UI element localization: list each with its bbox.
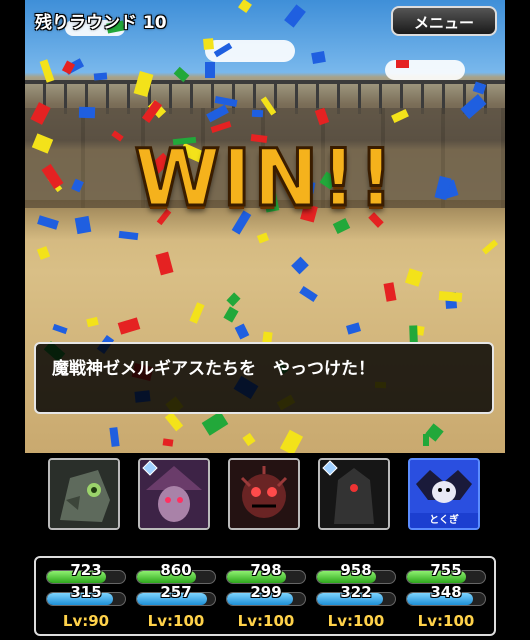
confetti-piece: [234, 323, 250, 340]
battle-scene: 残りラウンド 10 メニュー WIN!! 魔戦神ゼメルギアスたちを やっつけた！: [25, 0, 505, 453]
confetti-piece: [284, 4, 306, 28]
confetti-piece: [409, 325, 418, 343]
party-row: とくぎ: [48, 458, 484, 532]
confetti-piece: [223, 306, 239, 323]
confetti-piece: [78, 106, 96, 119]
level-label: Lv:100: [417, 612, 475, 630]
confetti-piece: [52, 323, 68, 335]
mp-value: 315: [70, 583, 102, 601]
confetti-piece: [238, 0, 252, 13]
hp-value: 860: [160, 561, 192, 579]
rank-gem-icon: [322, 460, 338, 476]
hp-value: 798: [250, 561, 282, 579]
member-stat-3: 798 299 Lv:100: [226, 560, 306, 634]
hp-value: 755: [430, 561, 462, 579]
hp-value: 723: [70, 561, 102, 579]
member-stat-2: 860 257 Lv:100: [136, 560, 216, 634]
member-stat-4: 958 322 Lv:100: [316, 560, 396, 634]
battle-message-box[interactable]: 魔戦神ゼメルギアスたちを やっつけた！: [34, 342, 494, 414]
confetti-piece: [423, 434, 429, 446]
hp-value: 958: [340, 561, 372, 579]
party-slot-5[interactable]: とくぎ: [408, 458, 480, 530]
confetti-piece: [93, 72, 108, 81]
level-label: Lv:100: [237, 612, 295, 630]
confetti-piece: [201, 411, 229, 436]
confetti-piece: [311, 50, 326, 65]
confetti-piece: [36, 246, 51, 260]
confetti-piece: [203, 38, 214, 50]
skill-tag: とくぎ: [410, 513, 478, 528]
confetti-piece: [164, 411, 184, 432]
member-stat-5: 755 348 Lv:100: [406, 560, 486, 634]
armored-monster-portrait: [50, 460, 118, 528]
confetti-piece: [346, 322, 361, 335]
mp-value: 257: [160, 583, 192, 601]
confetti-piece: [189, 302, 205, 324]
confetti-piece: [205, 62, 215, 78]
party-slot-4[interactable]: [318, 458, 390, 530]
battle-message-text: 魔戦神ゼメルギアスたちを やっつけた！: [52, 359, 375, 379]
spiky-doll-monster-portrait: [230, 460, 298, 528]
party-slot-1[interactable]: [48, 458, 120, 530]
rank-gem-icon: [142, 460, 158, 476]
menu-button[interactable]: メニュー: [391, 6, 497, 36]
confetti-piece: [279, 429, 304, 453]
mp-value: 322: [340, 583, 372, 601]
confetti-piece: [242, 432, 256, 447]
confetti-piece: [162, 438, 174, 447]
confetti-piece: [251, 109, 264, 118]
confetti-piece: [291, 256, 309, 275]
win-banner: WIN!!: [133, 133, 396, 226]
mp-value: 348: [430, 583, 462, 601]
confetti-piece: [155, 251, 174, 276]
confetti-piece: [481, 239, 499, 255]
party-slot-2[interactable]: [138, 458, 210, 530]
confetti-piece: [86, 316, 99, 328]
confetti-piece: [396, 60, 409, 68]
confetti-piece: [109, 427, 120, 447]
confetti-piece: [383, 282, 397, 302]
confetti-piece: [226, 292, 241, 307]
confetti-piece: [117, 317, 141, 335]
confetti-piece: [299, 286, 318, 302]
mp-value: 299: [250, 583, 282, 601]
member-stat-1: 723 315 Lv:90: [46, 560, 126, 634]
confetti-piece: [438, 291, 463, 302]
level-label: Lv:100: [147, 612, 205, 630]
party-status-panel: 723 315 Lv:90 860 257 Lv:100 798 299 Lv:…: [34, 556, 496, 636]
level-label: Lv:100: [327, 612, 385, 630]
confetti-piece: [405, 268, 423, 287]
level-label: Lv:90: [62, 612, 110, 630]
rounds-remaining-label: 残りラウンド 10: [35, 13, 167, 33]
party-slot-3[interactable]: [228, 458, 300, 530]
